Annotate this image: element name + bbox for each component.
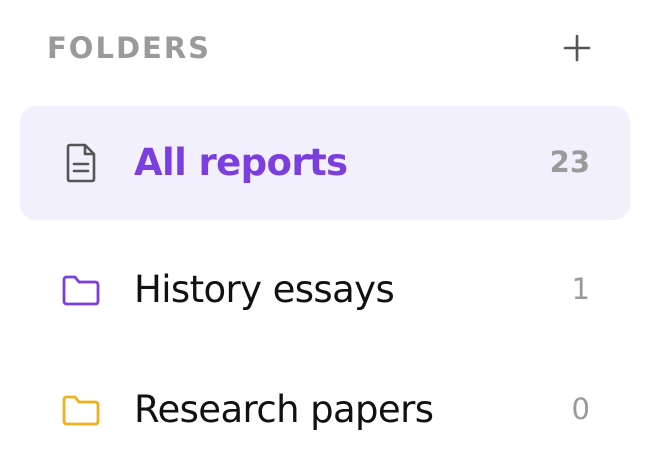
folder-count: 1 bbox=[571, 271, 590, 306]
plus-icon bbox=[563, 34, 591, 62]
add-folder-button[interactable] bbox=[559, 30, 595, 66]
folder-label: Research papers bbox=[134, 387, 434, 431]
folder-count: 23 bbox=[549, 144, 590, 179]
folder-item-research-papers[interactable]: Research papers 0 bbox=[20, 353, 630, 460]
folder-item-history-essays[interactable]: History essays 1 bbox=[20, 233, 630, 347]
folder-item-all-reports[interactable]: All reports 23 bbox=[20, 106, 630, 220]
folder-icon bbox=[60, 389, 102, 431]
folder-icon bbox=[60, 269, 102, 311]
folders-title: FOLDERS bbox=[47, 30, 212, 65]
folder-label: History essays bbox=[134, 267, 395, 311]
document-icon bbox=[60, 142, 102, 184]
folder-count: 0 bbox=[571, 391, 590, 426]
folders-header: FOLDERS bbox=[47, 26, 595, 70]
folders-panel: FOLDERS All reports 23 History essays 1 … bbox=[0, 0, 650, 460]
folder-label: All reports bbox=[134, 140, 348, 184]
